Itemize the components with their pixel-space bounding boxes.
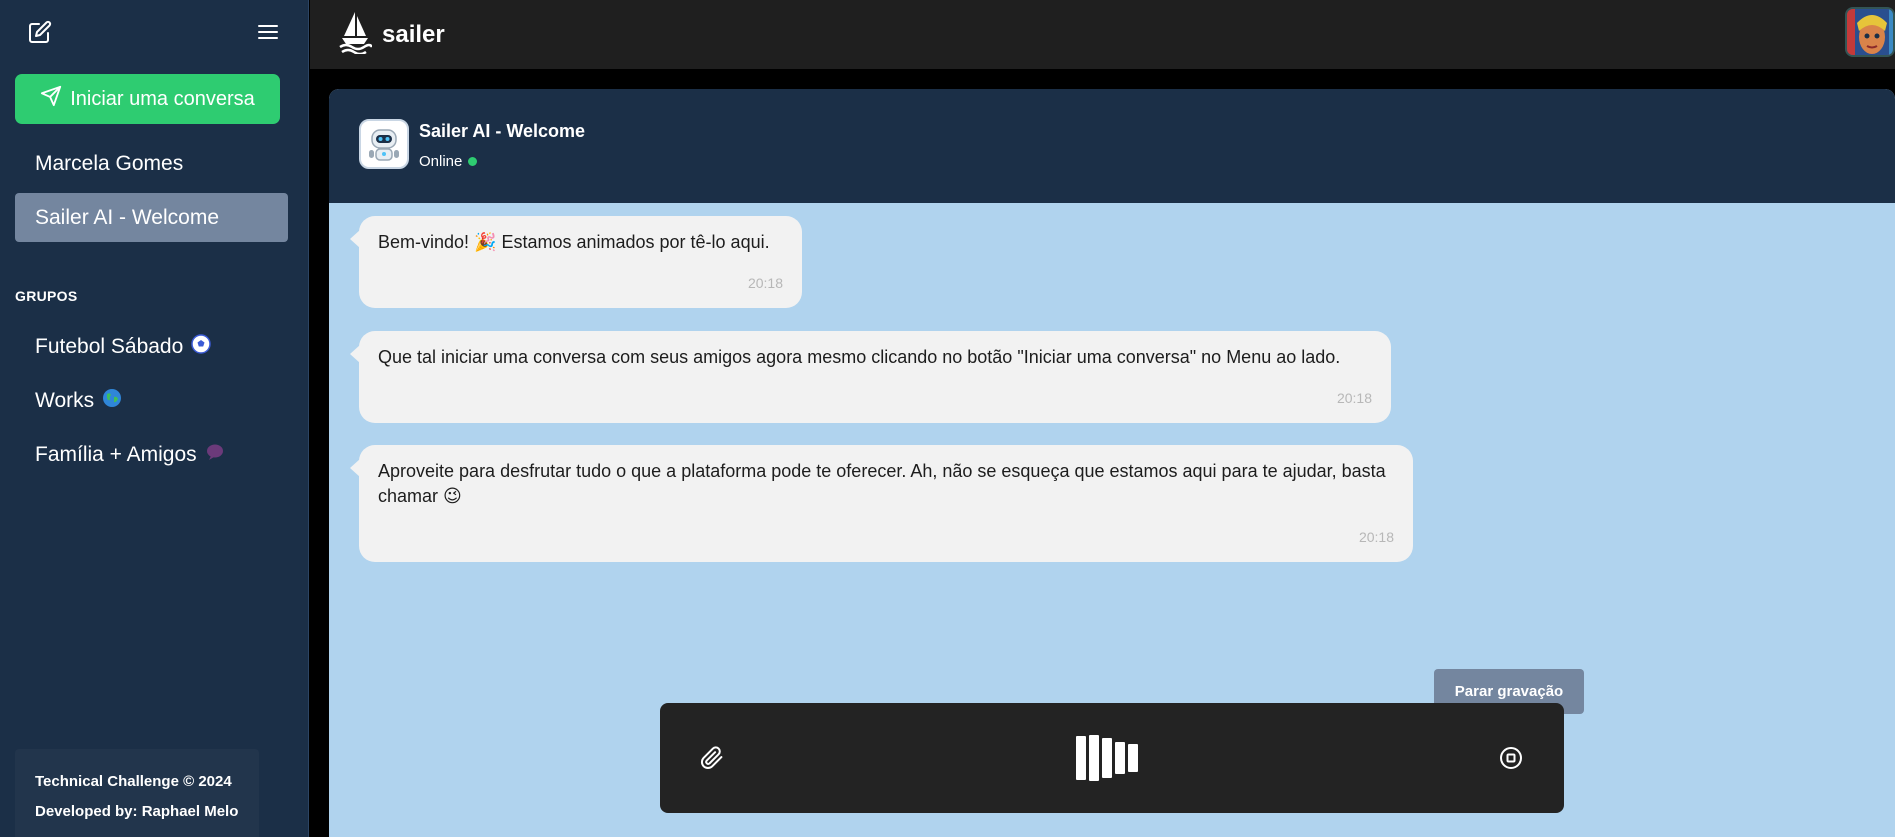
new-chat-label: Iniciar uma conversa (70, 87, 255, 110)
message-bubble: Que tal iniciar uma conversa com seus am… (350, 331, 1391, 423)
waveform-bar (1102, 738, 1112, 778)
send-icon (40, 85, 62, 113)
group-label: Works (35, 389, 95, 412)
chat-status: Online (419, 153, 478, 170)
group-label: Futebol Sábado (35, 335, 184, 358)
chat-panel: Sailer AI - Welcome Online Bem-vindo! 🎉 … (329, 89, 1895, 837)
user-avatar[interactable] (1845, 7, 1895, 57)
group-item-familia-amigos[interactable]: Família + Amigos (15, 433, 288, 477)
globe-icon (102, 388, 122, 414)
group-label: Família + Amigos (35, 443, 197, 466)
waveform-bar (1128, 744, 1138, 772)
online-indicator-icon (468, 157, 478, 166)
contact-item-sailer-ai-welcome[interactable]: Sailer AI - Welcome (15, 193, 288, 242)
message-text: Bem-vindo! 🎉 Estamos animados por tê-lo … (378, 232, 770, 252)
waveform-bar (1089, 735, 1099, 781)
contact-label: Marcela Gomes (35, 151, 184, 175)
bot-avatar (359, 119, 409, 169)
sidebar-toolbar (24, 16, 284, 48)
footer-line-1: Technical Challenge © 2024 (35, 773, 232, 790)
message-composer (660, 703, 1564, 813)
message-text: Que tal iniciar uma conversa com seus am… (378, 347, 1341, 367)
status-label: Online (419, 153, 463, 170)
contact-label: Sailer AI - Welcome (35, 205, 220, 229)
message-time: 20:18 (1336, 390, 1372, 406)
topbar: sailer (310, 0, 1895, 69)
brand-name: sailer (382, 20, 445, 48)
message-time: 20:18 (747, 275, 783, 291)
recording-waveform (1076, 735, 1138, 781)
groups-heading: GRUPOS (15, 288, 78, 304)
chat-title: Sailer AI - Welcome (419, 121, 586, 141)
footer-line-2: Developed by: Raphael Melo (35, 803, 239, 820)
message-text: Aproveite para desfrutar tudo o que a pl… (378, 461, 1386, 506)
message-bubble: Aproveite para desfrutar tudo o que a pl… (350, 445, 1413, 562)
sailboat-logo-icon (338, 10, 374, 59)
message-time: 20:18 (1358, 529, 1394, 545)
attach-icon[interactable] (696, 742, 728, 774)
waveform-bar (1115, 742, 1125, 774)
compose-icon[interactable] (24, 16, 56, 48)
sidebar: Iniciar uma conversa Marcela Gomes Saile… (0, 0, 309, 837)
contact-item-marcela-gomes[interactable]: Marcela Gomes (15, 139, 288, 188)
group-item-futebol-sabado[interactable]: Futebol Sábado (15, 325, 288, 369)
speech-bubble-icon (205, 442, 225, 468)
brand[interactable]: sailer (338, 10, 445, 59)
robot-icon (369, 129, 399, 161)
chat-header: Sailer AI - Welcome Online (329, 89, 1895, 203)
soccer-ball-icon (191, 334, 212, 360)
stop-recording-icon[interactable] (1496, 743, 1526, 773)
menu-icon[interactable] (252, 16, 284, 48)
group-item-works[interactable]: Works (15, 379, 288, 423)
sidebar-footer: Technical Challenge © 2024 Developed by:… (15, 749, 259, 837)
waveform-bar (1076, 736, 1086, 780)
message-bubble: Bem-vindo! 🎉 Estamos animados por tê-lo … (350, 216, 802, 308)
new-chat-button[interactable]: Iniciar uma conversa (15, 74, 280, 124)
